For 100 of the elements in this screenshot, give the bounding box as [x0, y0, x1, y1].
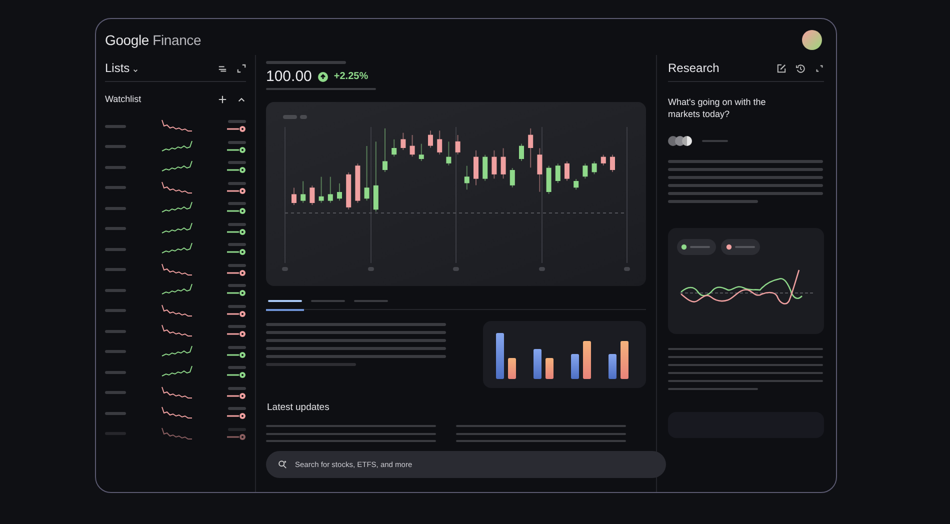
- section-title: Watchlist: [105, 94, 142, 104]
- candlestick: [292, 187, 296, 206]
- candlestick: [382, 128, 388, 172]
- placeholder-bar: [105, 268, 126, 272]
- placeholder-bar: [228, 182, 246, 185]
- change-indicator: [227, 146, 246, 153]
- price-change: +2.25%: [334, 71, 368, 82]
- candlestick: [455, 134, 460, 155]
- placeholder-bar: [105, 370, 126, 374]
- candlestick: [537, 148, 542, 192]
- placeholder-bar: [228, 407, 246, 410]
- change-indicator: [227, 188, 246, 194]
- change-indicator: [227, 208, 246, 214]
- candlestick: [582, 163, 588, 180]
- question-text: What's going on with the markets today?: [668, 96, 767, 120]
- candlestick: [400, 132, 406, 150]
- section-title: Latest updates: [267, 402, 330, 413]
- placeholder-bar: [105, 145, 126, 148]
- axis-tick: [624, 267, 630, 271]
- candlestick: [474, 150, 478, 186]
- legend-chip: [721, 238, 760, 254]
- candlestick: [428, 130, 433, 148]
- candlestick: [574, 178, 579, 190]
- candlestick: [500, 148, 506, 180]
- legend-chip: [677, 238, 716, 254]
- change-indicator: [227, 352, 246, 358]
- change-indicator: [227, 434, 246, 440]
- placeholder-bar: [105, 412, 126, 415]
- placeholder-bar: [105, 350, 126, 354]
- placeholder-bar: [105, 186, 126, 190]
- change-indicator: [227, 228, 246, 235]
- candlestick: [446, 141, 452, 166]
- placeholder-bar: [283, 115, 297, 119]
- candlestick: [337, 182, 342, 202]
- placeholder-bar: [105, 206, 126, 210]
- placeholder-bar: [105, 330, 126, 333]
- history-icon[interactable]: [796, 64, 805, 72]
- axis-tick: [539, 267, 545, 271]
- change-indicator: [227, 126, 246, 132]
- candlestick: [437, 130, 442, 155]
- add-icon[interactable]: [218, 94, 227, 104]
- change-indicator: [227, 249, 246, 256]
- placeholder-bar: [228, 366, 246, 370]
- candlestick: [328, 176, 333, 204]
- search-icon: [278, 460, 287, 469]
- placeholder-bar: [105, 288, 126, 292]
- chart-bar: [534, 349, 542, 379]
- change-indicator: [227, 290, 246, 296]
- chart-bar: [546, 358, 554, 379]
- placeholder-bar: [228, 304, 246, 308]
- change-indicator: [227, 270, 246, 276]
- placeholder-bar: [105, 309, 126, 312]
- axis-tick: [282, 267, 288, 271]
- sort-icon[interactable]: [218, 64, 227, 72]
- candlestick: [300, 180, 306, 204]
- candlestick: [410, 134, 415, 158]
- tab[interactable]: [266, 297, 304, 311]
- candlestick: [392, 138, 397, 158]
- placeholder-bar: [228, 386, 246, 390]
- candlestick: [318, 176, 324, 204]
- candlestick: [555, 163, 560, 184]
- expand-icon[interactable]: [815, 64, 824, 72]
- app-logo: Google Finance: [105, 32, 202, 48]
- placeholder-bar: [105, 166, 126, 169]
- change-indicator: [227, 331, 246, 338]
- edit-icon[interactable]: [777, 64, 786, 72]
- placeholder-bar: [228, 346, 246, 349]
- change-indicator: [227, 392, 246, 399]
- candlestick: [418, 143, 424, 162]
- candlestick: [510, 168, 515, 188]
- change-indicator: [227, 310, 246, 317]
- lists-dropdown[interactable]: Lists: [105, 61, 138, 75]
- caret-icon: [133, 68, 138, 72]
- placeholder-bar: [228, 325, 246, 328]
- axis-tick: [453, 267, 459, 271]
- placeholder-bar: [105, 391, 126, 394]
- placeholder-bar: [228, 243, 246, 246]
- chart-bar: [583, 341, 591, 379]
- candlestick: [464, 165, 470, 190]
- candlestick: [346, 172, 352, 210]
- avatar[interactable]: [802, 30, 822, 50]
- chart-bar: [508, 358, 516, 379]
- candlestick: [355, 163, 360, 204]
- change-indicator: [227, 413, 246, 420]
- placeholder-bar: [300, 115, 307, 119]
- placeholder-bar: [228, 161, 246, 164]
- candlestick: [364, 146, 370, 202]
- candlestick: [310, 185, 315, 206]
- candlestick: [528, 128, 534, 168]
- candlestick: [519, 143, 524, 162]
- placeholder-bar: [105, 124, 126, 128]
- placeholder-bar: [228, 264, 246, 267]
- candlestick: [600, 154, 606, 166]
- placeholder-bar: [228, 120, 246, 124]
- expand-icon[interactable]: [237, 64, 246, 72]
- candlestick: [592, 160, 597, 175]
- placeholder-bar: [228, 284, 246, 288]
- placeholder-bar: [228, 202, 246, 206]
- candlestick: [546, 165, 552, 194]
- placeholder-bar: [228, 140, 246, 144]
